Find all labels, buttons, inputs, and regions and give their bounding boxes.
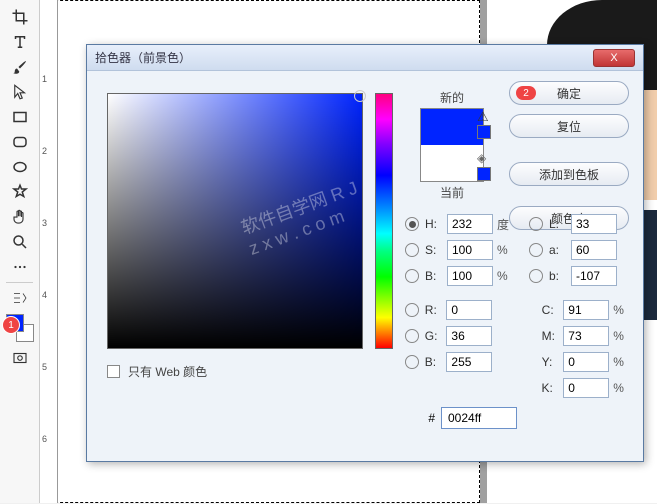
annotation-badge-1: 1 [2,316,20,334]
custom-shape-tool[interactable] [4,180,36,204]
more-tools[interactable] [4,255,36,279]
brush-tool[interactable] [4,55,36,79]
input-r[interactable] [446,300,492,320]
rectangle-tool[interactable] [4,105,36,129]
dialog-title: 拾色器（前景色） [95,49,191,66]
add-swatch-button[interactable]: 添加到色板 [509,162,629,186]
ok-label: 确定 [557,85,581,102]
input-l[interactable] [571,214,617,234]
ellipse-tool[interactable] [4,155,36,179]
path-select-tool[interactable] [4,80,36,104]
input-g[interactable] [446,326,492,346]
input-a[interactable] [571,240,617,260]
input-h[interactable] [447,214,493,234]
hand-tool[interactable] [4,205,36,229]
radio-bv[interactable] [405,269,419,283]
input-bv[interactable] [447,266,493,286]
current-label: 当前 [407,184,497,201]
websafe-icon[interactable]: ◈ [477,151,486,165]
input-b[interactable] [571,266,617,286]
gamut-warning-icon[interactable]: ⚠ [477,109,489,125]
color-preview: 新的 当前 [407,89,497,201]
web-only-checkbox[interactable] [107,365,120,378]
close-icon: X [610,52,617,64]
hex-label: # [425,411,441,425]
input-c[interactable] [563,300,609,320]
radio-bch[interactable] [405,355,419,369]
radio-s[interactable] [405,243,419,257]
zoom-tool[interactable] [4,230,36,254]
reset-button[interactable]: 复位 [509,114,629,138]
annotation-badge-2: 2 [516,86,536,100]
radio-l[interactable] [529,217,543,231]
quick-mask-tool[interactable] [4,346,36,370]
input-y[interactable] [563,352,609,372]
websafe-swatch[interactable] [477,167,491,181]
input-hex[interactable] [441,407,517,429]
gamut-swatch[interactable] [477,125,491,139]
input-m[interactable] [563,326,609,346]
color-field[interactable] [107,93,363,349]
color-picker-dialog: 拾色器（前景色） X 软件自学网 R J z x w . c o m 新的 当前… [86,44,644,462]
radio-g[interactable] [405,329,419,343]
input-k[interactable] [563,378,609,398]
tool-palette [0,0,40,503]
radio-h[interactable] [405,217,419,231]
new-label: 新的 [407,89,497,106]
radio-b[interactable] [529,269,543,283]
dialog-titlebar[interactable]: 拾色器（前景色） X [87,45,643,71]
new-color-swatch [421,109,483,145]
radio-a[interactable] [529,243,543,257]
web-only-label: 只有 Web 颜色 [128,363,207,380]
ok-button[interactable]: 2 确定 [509,81,629,105]
crop-tool[interactable] [4,5,36,29]
hue-slider[interactable] [375,93,393,349]
ruler-vertical: 1 2 3 4 5 6 [40,0,58,503]
edit-toolbar[interactable] [4,286,36,310]
type-tool[interactable] [4,30,36,54]
close-button[interactable]: X [593,49,635,67]
input-bch[interactable] [446,352,492,372]
current-color-swatch[interactable] [421,145,483,181]
input-s[interactable] [447,240,493,260]
radio-r[interactable] [405,303,419,317]
rounded-rect-tool[interactable] [4,130,36,154]
